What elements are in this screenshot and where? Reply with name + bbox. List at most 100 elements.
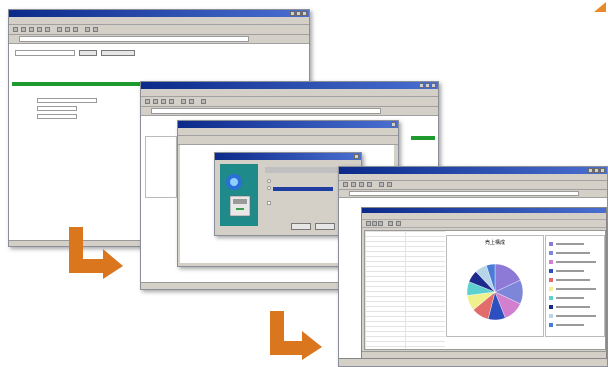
open-icon[interactable] <box>372 221 377 226</box>
legend-label <box>556 270 584 272</box>
window-titlebar <box>141 82 438 89</box>
data-cells[interactable] <box>365 231 445 349</box>
next-button[interactable] <box>315 223 335 230</box>
menu-bar <box>9 17 309 25</box>
close-button[interactable] <box>354 154 359 159</box>
legend-label <box>556 252 590 254</box>
favorites-icon[interactable] <box>65 27 70 32</box>
legend-swatch <box>549 251 553 255</box>
window-titlebar <box>9 10 309 17</box>
wizard-image <box>220 164 258 226</box>
legend-label <box>556 324 584 326</box>
chart-legend <box>545 235 605 337</box>
option-button[interactable] <box>101 50 135 56</box>
close-button[interactable] <box>600 168 605 173</box>
window-titlebar <box>178 121 398 128</box>
option-radio-1[interactable] <box>267 179 271 183</box>
back-icon[interactable] <box>13 27 18 32</box>
minimize-button[interactable] <box>290 11 295 16</box>
search-icon[interactable] <box>181 99 186 104</box>
window-titlebar <box>339 167 607 174</box>
sheet-tabs[interactable] <box>362 351 606 358</box>
save-icon[interactable] <box>378 221 383 226</box>
address-input[interactable] <box>349 191 579 196</box>
param-field-2[interactable] <box>37 106 77 111</box>
option-radio-2[interactable] <box>267 186 271 190</box>
header-band <box>411 136 435 140</box>
param-field-1[interactable] <box>37 98 97 103</box>
print-icon[interactable] <box>93 27 98 32</box>
search-icon[interactable] <box>379 182 384 187</box>
back-icon[interactable] <box>145 99 150 104</box>
legend-swatch <box>549 287 553 291</box>
maximize-button[interactable] <box>296 11 301 16</box>
legend-swatch <box>549 323 553 327</box>
print-icon[interactable] <box>201 99 206 104</box>
search-icon[interactable] <box>57 27 62 32</box>
legend-swatch <box>549 269 553 273</box>
address-bar <box>339 190 607 198</box>
step-arrow-1-icon <box>69 227 123 279</box>
query-select[interactable] <box>15 50 75 56</box>
step-arrow-2-icon <box>270 311 322 360</box>
spreadsheet-toolbar <box>362 220 606 228</box>
back-icon[interactable] <box>343 182 348 187</box>
pie-chart <box>466 263 524 321</box>
spreadsheet-menu <box>362 213 606 220</box>
forward-icon[interactable] <box>351 182 356 187</box>
home-icon[interactable] <box>169 99 174 104</box>
history-icon[interactable] <box>73 27 78 32</box>
back-button[interactable] <box>291 223 311 230</box>
maximize-button[interactable] <box>594 168 599 173</box>
address-input[interactable] <box>19 36 249 42</box>
forward-icon[interactable] <box>21 27 26 32</box>
dialog-titlebar <box>215 153 361 160</box>
refresh-icon[interactable] <box>37 27 42 32</box>
print-icon[interactable] <box>387 182 392 187</box>
stop-icon[interactable] <box>29 27 34 32</box>
minimize-button[interactable] <box>419 83 424 88</box>
home-icon[interactable] <box>367 182 372 187</box>
run-button[interactable] <box>79 50 97 56</box>
chart-object[interactable]: 売上構成 <box>446 235 544 337</box>
legend-label <box>556 243 584 245</box>
legend-swatch <box>549 296 553 300</box>
install-computer-icon <box>226 174 251 217</box>
chart-icon[interactable] <box>388 221 393 226</box>
refresh-icon[interactable] <box>161 99 166 104</box>
menu-bar <box>141 89 438 97</box>
option-checkbox[interactable] <box>267 201 271 205</box>
param-field-3[interactable] <box>37 114 77 119</box>
legend-label <box>556 297 584 299</box>
option-highlight <box>273 187 333 191</box>
menu-bar <box>339 174 607 181</box>
toolbar <box>339 181 607 190</box>
new-icon[interactable] <box>366 221 371 226</box>
refresh-icon[interactable] <box>359 182 364 187</box>
address-bar <box>141 107 438 116</box>
sheet-grid: 売上構成 <box>364 230 606 350</box>
close-button[interactable] <box>391 122 396 127</box>
taskbar <box>339 358 607 366</box>
close-button[interactable] <box>431 83 436 88</box>
address-bar <box>9 35 309 44</box>
toolbar <box>141 97 438 107</box>
legend-label <box>556 315 596 317</box>
close-button[interactable] <box>302 11 307 16</box>
minimize-button[interactable] <box>588 168 593 173</box>
legend-swatches <box>549 242 596 327</box>
forward-icon[interactable] <box>153 99 158 104</box>
mail-icon[interactable] <box>85 27 90 32</box>
legend-label <box>556 279 590 281</box>
menu-bar <box>178 128 398 136</box>
legend-swatch <box>549 278 553 282</box>
spreadsheet-window: 売上構成 <box>361 207 607 359</box>
legend-swatch <box>549 242 553 246</box>
toolbar <box>9 25 309 35</box>
bold-icon[interactable] <box>396 221 401 226</box>
home-icon[interactable] <box>45 27 50 32</box>
favorites-icon[interactable] <box>189 99 194 104</box>
address-input[interactable] <box>151 108 381 114</box>
maximize-button[interactable] <box>425 83 430 88</box>
toolbar <box>178 136 398 145</box>
